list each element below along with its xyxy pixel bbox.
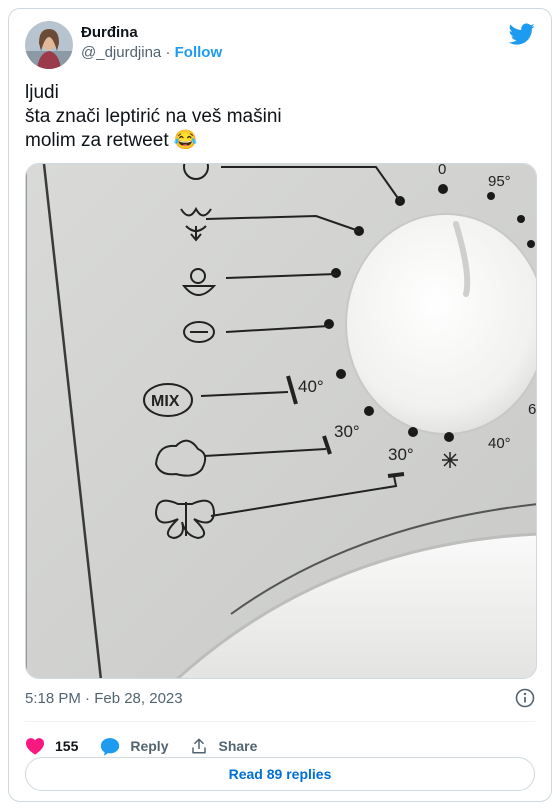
heart-icon <box>26 738 44 755</box>
panel-label-30-a: 30° <box>334 422 360 441</box>
handle-row: @_djurdjina · Follow <box>81 43 222 63</box>
share-icon <box>192 738 207 754</box>
panel-label-40-b: 40° <box>488 435 511 452</box>
tweet-card: Đurđina @_djurdjina · Follow ljudi šta z… <box>8 8 552 802</box>
panel-label-95: 95° <box>488 173 511 190</box>
handle[interactable]: @_djurdjina <box>81 44 161 61</box>
tweet-line-1: ljudi <box>25 82 59 103</box>
share-button[interactable]: Share <box>190 737 257 755</box>
reply-button[interactable]: Reply <box>100 737 168 756</box>
panel-label-40-a: 40° <box>298 377 324 396</box>
twitter-bird-icon[interactable] <box>509 21 535 47</box>
panel-label-0: 0 <box>438 164 446 178</box>
display-name[interactable]: Đurđina <box>81 23 222 43</box>
tweet-line-3: molim za retweet 😂 <box>25 130 198 151</box>
separator: · <box>165 44 171 61</box>
tweet-header: Đurđina @_djurdjina · Follow <box>25 21 535 73</box>
timestamp[interactable]: 5:18 PM · Feb 28, 2023 <box>25 689 183 709</box>
tweet-text: ljudi šta znači leptirić na veš mašini m… <box>25 81 535 153</box>
panel-label-mix: MIX <box>151 393 180 410</box>
like-button[interactable]: 155 <box>25 737 78 755</box>
divider <box>25 721 535 722</box>
author-block: Đurđina @_djurdjina · Follow <box>81 23 222 63</box>
follow-button[interactable]: Follow <box>175 44 223 61</box>
share-label: Share <box>218 738 258 754</box>
reply-label: Reply <box>130 738 169 754</box>
panel-label-30-b: 30° <box>388 445 414 464</box>
snowflake-icon <box>442 452 458 468</box>
tweet-line-2: šta znači leptirić na veš mašini <box>25 106 282 127</box>
panel-label-60-partial: 6 <box>528 401 536 418</box>
washing-machine-panel-image: 40° 30° 30° 95° 40° 0 6 MIX <box>26 164 536 678</box>
like-count: 155 <box>55 738 79 754</box>
avatar[interactable] <box>25 21 73 69</box>
info-icon[interactable] <box>515 688 535 708</box>
tweet-photo[interactable]: 40° 30° 30° 95° 40° 0 6 MIX <box>25 163 537 679</box>
avatar-image <box>25 21 73 69</box>
read-replies-button[interactable]: Read 89 replies <box>25 757 535 791</box>
reply-bubble-icon <box>101 737 120 756</box>
